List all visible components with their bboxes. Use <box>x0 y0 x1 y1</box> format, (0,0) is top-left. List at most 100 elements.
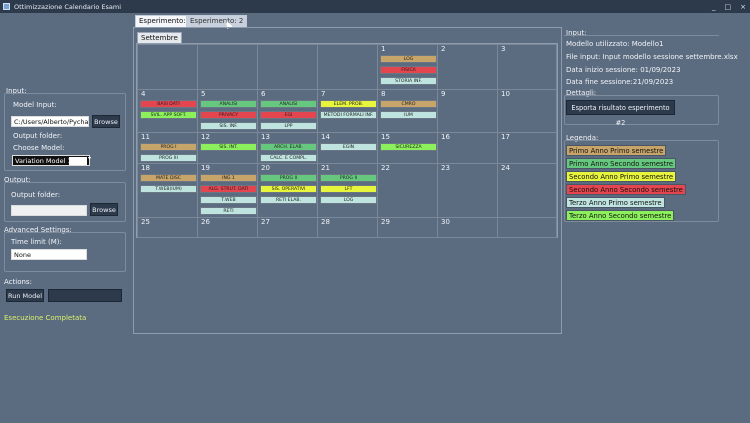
exam-entry: ING 1 <box>200 174 257 182</box>
minimize-icon[interactable]: _ <box>712 3 716 11</box>
exam-entry: STORIA INF. <box>380 77 437 85</box>
calendar-day-cell: 9 <box>437 89 498 133</box>
browse-output-button[interactable]: Browse <box>90 203 118 216</box>
legend-item: Primo Anno Primo semestre <box>566 145 667 156</box>
day-number: 19 <box>201 164 210 172</box>
browse-model-button[interactable]: Browse <box>92 115 120 128</box>
day-number: 15 <box>381 133 390 141</box>
calendar-day-cell <box>497 217 557 238</box>
exam-entry: MATE DISC <box>140 174 197 182</box>
day-number: 25 <box>141 218 150 226</box>
calendar-day-cell: 2 <box>437 44 498 90</box>
start-date-text: Data inizio sessione: 01/09/2023 <box>566 66 681 74</box>
calendar-day-cell: 26 <box>197 217 258 238</box>
legend-item: Terzo Anno Secondo semestre <box>566 210 675 221</box>
output-folder-label: Output folder: <box>13 132 63 140</box>
day-number: 23 <box>441 164 450 172</box>
calendar-day-cell: 13 ARCH. ELAB. CALC. E COMPL. <box>257 132 318 164</box>
exam-entry: SICUREZZA <box>380 143 437 151</box>
select-dropdown-area <box>69 157 87 165</box>
model-input-field[interactable]: C:/Users/Alberto/Pycharm <box>11 116 89 127</box>
calendar-day-cell: 28 <box>317 217 378 238</box>
day-number: 27 <box>261 218 270 226</box>
exam-entry: PROG II <box>260 174 317 182</box>
exam-entry: ANALISI <box>260 100 317 108</box>
calendar-day-cell: 25 <box>137 217 198 238</box>
day-number: 17 <box>501 133 510 141</box>
exam-entry: T.WEB <box>200 196 257 204</box>
day-number: 20 <box>261 164 270 172</box>
exam-entry: LPP <box>260 122 317 130</box>
model-input-label: Model Input: <box>13 101 57 109</box>
exam-entry: PRIVACY <box>200 111 257 119</box>
exam-entry: PROG I <box>140 143 197 151</box>
actions-title: Actions: <box>4 278 32 286</box>
exam-entry: ANALISI <box>200 100 257 108</box>
calendar-day-cell: 6 ANALISI EGI LPP <box>257 89 318 133</box>
exam-entry: RETI ELAB. <box>260 196 317 204</box>
output-folder-label-2: Output folder: <box>11 191 61 199</box>
day-number: 29 <box>381 218 390 226</box>
exam-entry: IUM <box>380 111 437 119</box>
time-limit-field[interactable]: None <box>11 249 87 260</box>
legend-item: Primo Anno Secondo semestre <box>566 158 677 169</box>
time-limit-label: Time limit (M): <box>11 238 62 246</box>
exam-entry: SIS. INT. <box>200 143 257 151</box>
exam-entry: LFT <box>320 185 377 193</box>
calendar-day-cell: 18 MATE DISC T.WEB(IUM) <box>137 163 198 218</box>
window-controls: _ □ × <box>712 0 746 13</box>
exam-entry: SIS. INF. <box>200 122 257 130</box>
calendar-day-cell: 30 <box>437 217 498 238</box>
calendar-day-cell: 21 PROG II LFT LOG <box>317 163 378 218</box>
calendar-day-cell: 29 <box>377 217 438 238</box>
day-number: 4 <box>141 90 146 98</box>
calendar-day-cell: 10 <box>497 89 557 133</box>
maximize-icon[interactable]: □ <box>725 3 732 11</box>
choose-model-label: Choose Model: <box>13 144 65 152</box>
exam-entry: EGI <box>260 111 317 119</box>
calendar-day-cell <box>137 44 198 90</box>
output-folder-field[interactable] <box>11 205 87 216</box>
app-icon <box>3 3 10 10</box>
export-experiment-button[interactable]: Esporta risultato esperimento #2 <box>566 100 675 127</box>
calendar-day-cell: 1 LOG FISICA STORIA INF. <box>377 44 438 90</box>
model-select-value: Variation Model 1 <box>15 157 72 165</box>
day-number: 26 <box>201 218 210 226</box>
exam-entry: T.WEB(IUM) <box>140 185 197 193</box>
exam-entry: SVIL. APP SOFT. <box>140 111 197 119</box>
exam-entry: PROG III <box>140 154 197 162</box>
exam-entry: CALC. E COMPL. <box>260 154 317 162</box>
exam-entry: LOG <box>380 55 437 63</box>
model-select[interactable]: Variation Model 1 ▾ <box>12 155 92 166</box>
calendar-day-cell: 17 <box>497 132 557 164</box>
window-title: Ottimizzazione Calendario Esami <box>14 2 122 11</box>
calendar-day-cell: 24 <box>497 163 557 218</box>
end-date-text: Data fine sessione:21/09/2023 <box>566 78 674 86</box>
day-number: 13 <box>261 133 270 141</box>
day-number: 7 <box>321 90 326 98</box>
exam-entry: ELEM. PROB. <box>320 100 377 108</box>
exam-entry: METODI FORMALI INF. <box>320 111 377 119</box>
calendar-day-cell: 8 CMRO IUM <box>377 89 438 133</box>
progress-bar <box>48 289 122 302</box>
calendar-day-cell: 4 BASI DATI SVIL. APP SOFT. <box>137 89 198 133</box>
calendar-day-cell <box>257 44 318 90</box>
tab-esperimento-2[interactable]: Esperimento: 2 <box>186 15 248 27</box>
calendar-day-cell: 14 EGIN <box>317 132 378 164</box>
calendar-day-cell: 16 <box>437 132 498 164</box>
legend-item: Terzo Anno Primo semestre <box>566 197 665 208</box>
calendar-day-cell <box>197 44 258 90</box>
exam-entry: RETI <box>200 207 257 215</box>
exam-entry: PROG II <box>320 174 377 182</box>
day-number: 11 <box>141 133 150 141</box>
close-icon[interactable]: × <box>740 3 746 11</box>
day-number: 14 <box>321 133 330 141</box>
day-number: 6 <box>261 90 266 98</box>
run-model-button[interactable]: Run Model <box>6 289 44 302</box>
day-number: 22 <box>381 164 390 172</box>
day-number: 30 <box>441 218 450 226</box>
title-bar: Ottimizzazione Calendario Esami _ □ × <box>0 0 750 13</box>
day-number: 9 <box>441 90 446 98</box>
chevron-down-icon: ▾ <box>88 155 92 162</box>
exam-entry: BASI DATI <box>140 100 197 108</box>
